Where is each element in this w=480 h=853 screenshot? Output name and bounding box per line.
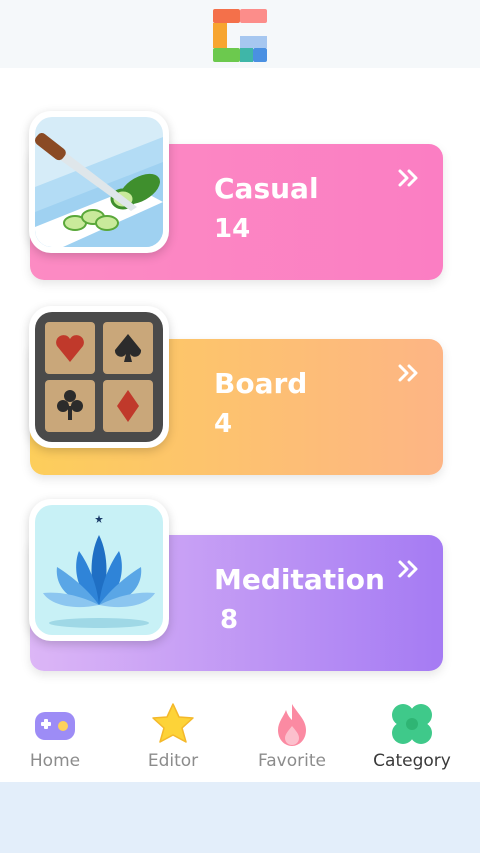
category-count: 4 <box>214 409 233 439</box>
nav-label-category: Category <box>373 751 451 771</box>
nav-item-home[interactable]: Home <box>0 690 110 782</box>
category-count: 8 <box>220 605 239 635</box>
category-name: Casual <box>214 172 319 205</box>
category-thumbnail-board[interactable] <box>29 306 169 448</box>
bottom-navigation: Home Editor Favorite Category <box>0 690 480 782</box>
top-bar <box>0 0 480 68</box>
nav-label-editor: Editor <box>147 751 199 771</box>
nav-item-editor[interactable]: Editor <box>118 690 228 782</box>
star-icon <box>152 703 194 743</box>
category-name: Board <box>214 367 308 400</box>
category-count: 14 <box>214 214 251 244</box>
lotus-icon <box>35 505 163 635</box>
double-chevron-right-icon <box>398 364 418 382</box>
app-logo-icon <box>213 9 267 62</box>
nav-label-home: Home <box>29 751 81 771</box>
flame-icon <box>278 704 306 746</box>
category-thumbnail-meditation[interactable] <box>29 499 169 641</box>
category-thumbnail-casual[interactable] <box>29 111 169 253</box>
nav-label-favorite: Favorite <box>258 751 326 771</box>
gamepad-icon <box>35 712 75 740</box>
clover-icon <box>392 704 432 744</box>
cucumber-slicing-icon <box>35 117 163 247</box>
double-chevron-right-icon <box>398 560 418 578</box>
card-suits-icon <box>35 312 163 442</box>
nav-item-favorite[interactable]: Favorite <box>237 690 347 782</box>
category-name: Meditation <box>214 563 385 596</box>
double-chevron-right-icon <box>398 169 418 187</box>
system-bar-area <box>0 782 480 853</box>
nav-item-category[interactable]: Category <box>357 690 467 782</box>
